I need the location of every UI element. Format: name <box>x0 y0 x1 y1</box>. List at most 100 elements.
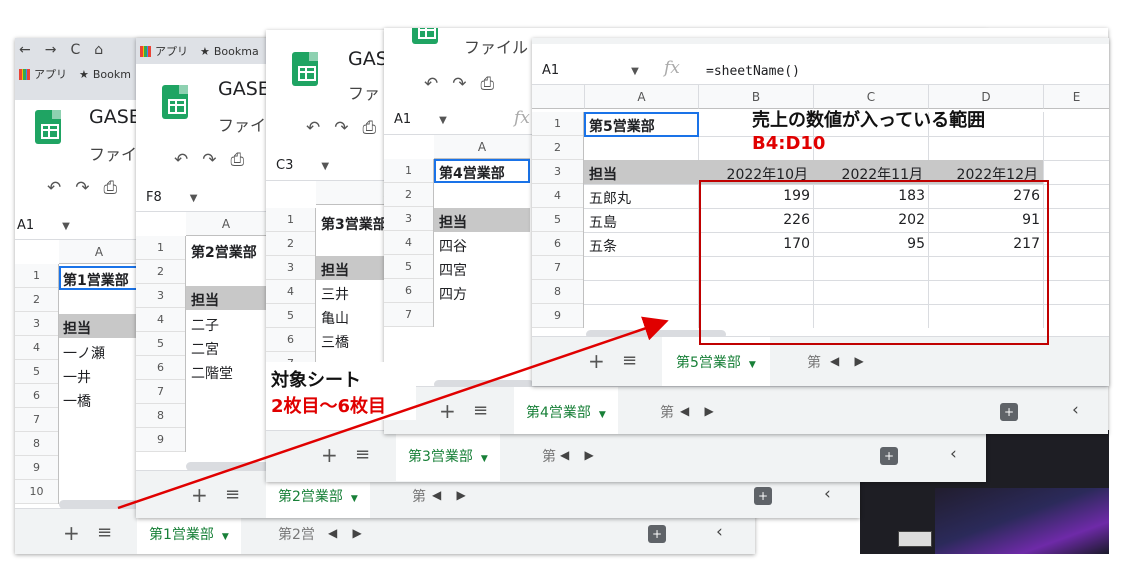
row-number[interactable]: 3 <box>136 284 185 308</box>
bookmarks-link[interactable]: Bookma <box>214 45 259 58</box>
column-header-a[interactable]: A <box>584 85 698 109</box>
row-number[interactable]: 5 <box>15 360 58 384</box>
sheet-tab-next[interactable]: 第 <box>660 402 674 422</box>
sheets-logo-icon[interactable] <box>162 85 188 119</box>
print-icon[interactable]: ⎙ <box>363 118 377 138</box>
row-number[interactable]: 6 <box>532 232 583 256</box>
sheet-tab-next[interactable]: 第 <box>542 446 556 466</box>
row-number[interactable]: 4 <box>384 231 433 255</box>
name-box[interactable]: A1 ▼ <box>542 63 639 78</box>
header-cell[interactable]: 担当 <box>191 290 219 310</box>
staff-cell[interactable]: 五郎丸 <box>589 188 631 208</box>
formula-bar[interactable]: =sheetName() <box>706 64 800 79</box>
row-number[interactable]: 6 <box>266 328 315 352</box>
sheets-logo-icon[interactable] <box>412 28 438 44</box>
row-number[interactable]: 4 <box>532 184 583 208</box>
row-number[interactable]: 2 <box>266 232 315 256</box>
header-cell[interactable]: 担当 <box>439 212 467 232</box>
redo-icon[interactable]: ↷ <box>202 150 216 170</box>
row-number[interactable]: 7 <box>136 380 185 404</box>
row-number[interactable]: 4 <box>136 308 185 332</box>
row-number[interactable]: 3 <box>384 207 433 231</box>
row-number[interactable]: 1 <box>136 236 185 260</box>
explore-icon[interactable]: + <box>648 525 666 543</box>
all-sheets-icon[interactable]: ≡ <box>97 522 112 543</box>
row-number[interactable]: 7 <box>532 256 583 280</box>
row-number[interactable]: 5 <box>136 332 185 356</box>
row-number[interactable]: 2 <box>532 136 583 160</box>
staff-cell[interactable]: 二階堂 <box>191 363 233 383</box>
staff-cell[interactable]: 一橋 <box>63 391 91 411</box>
print-icon[interactable]: ⎙ <box>231 150 245 170</box>
row-number[interactable]: 5 <box>384 255 433 279</box>
row-number[interactable]: 5 <box>532 208 583 232</box>
sheet-tab-next[interactable]: 第2営 <box>278 524 315 544</box>
sheets-logo-icon[interactable] <box>35 110 61 144</box>
tab-dropdown-icon[interactable]: ▼ <box>351 494 358 504</box>
row-number[interactable]: 8 <box>532 280 583 304</box>
doc-title[interactable]: GASE <box>218 78 270 100</box>
undo-icon[interactable]: ↶ <box>174 150 188 170</box>
name-box[interactable]: A1 ▼ <box>17 218 70 233</box>
dept-cell[interactable]: 第4営業部 <box>439 163 505 183</box>
row-number[interactable]: 9 <box>532 304 583 328</box>
explore-icon[interactable]: + <box>880 447 898 465</box>
print-icon[interactable]: ⎙ <box>481 74 495 94</box>
row-number[interactable]: 8 <box>136 404 185 428</box>
scroll-right-icon[interactable]: ▶ <box>855 354 864 368</box>
header-cell[interactable]: 担当 <box>63 318 91 338</box>
side-panel-chevron-icon[interactable]: ‹ <box>950 444 957 464</box>
dropdown-icon[interactable]: ▼ <box>62 221 70 232</box>
doc-title[interactable]: GASE <box>89 106 141 128</box>
staff-cell[interactable]: 一井 <box>63 367 91 387</box>
row-number[interactable]: 1 <box>15 264 58 288</box>
tab-dropdown-icon[interactable]: ▼ <box>599 410 606 420</box>
all-sheets-icon[interactable]: ≡ <box>355 444 370 465</box>
row-number[interactable]: 3 <box>266 256 315 280</box>
column-header-e[interactable]: E <box>1043 85 1109 109</box>
staff-cell[interactable]: 亀山 <box>321 308 349 328</box>
tab-dropdown-icon[interactable]: ▼ <box>481 454 488 464</box>
undo-icon[interactable]: ↶ <box>424 74 438 94</box>
add-sheet-icon[interactable]: + <box>191 483 208 507</box>
row-number[interactable]: 3 <box>532 160 583 184</box>
all-sheets-icon[interactable]: ≡ <box>225 484 240 505</box>
scroll-left-icon[interactable]: ◀ <box>680 404 689 418</box>
scroll-left-icon[interactable]: ◀ <box>328 526 337 540</box>
staff-cell[interactable]: 四谷 <box>439 236 467 256</box>
sheet-tab-next[interactable]: 第 <box>807 352 821 372</box>
back-arrow-icon[interactable]: ← <box>19 42 31 58</box>
apps-bookmark[interactable]: アプリ <box>155 43 188 59</box>
tab-dropdown-icon[interactable]: ▼ <box>222 532 229 542</box>
file-menu[interactable]: ファイ <box>218 112 266 136</box>
scroll-right-icon[interactable]: ▶ <box>353 526 362 540</box>
row-number[interactable]: 1 <box>532 112 583 136</box>
staff-cell[interactable]: 五条 <box>589 236 617 256</box>
row-number[interactable]: 1 <box>266 208 315 232</box>
side-panel-chevron-icon[interactable]: ‹ <box>716 522 723 542</box>
column-header-a[interactable]: A <box>434 135 530 159</box>
row-number[interactable]: 2 <box>15 288 58 312</box>
row-number[interactable]: 4 <box>266 280 315 304</box>
header-cell[interactable]: 担当 <box>321 260 349 280</box>
dropdown-icon[interactable]: ▼ <box>631 66 639 77</box>
bookmarks-link[interactable]: Bookm <box>93 68 131 81</box>
column-header-a[interactable]: A <box>186 212 266 236</box>
dropdown-icon[interactable]: ▼ <box>439 115 447 126</box>
row-number[interactable]: 6 <box>15 384 58 408</box>
redo-icon[interactable]: ↷ <box>452 74 466 94</box>
dept-cell[interactable]: 第2営業部 <box>191 242 257 262</box>
undo-icon[interactable]: ↶ <box>306 118 320 138</box>
scroll-right-icon[interactable]: ▶ <box>705 404 714 418</box>
header-cell[interactable]: 担当 <box>589 164 617 184</box>
add-sheet-icon[interactable]: + <box>321 443 338 467</box>
staff-cell[interactable]: 四宮 <box>439 260 467 280</box>
tab-dropdown-icon[interactable]: ▼ <box>749 360 756 370</box>
sheet-tab-4[interactable]: 第4営業部 ▼ <box>514 387 618 434</box>
all-sheets-icon[interactable]: ≡ <box>622 350 637 371</box>
row-number[interactable]: 1 <box>384 159 433 183</box>
dept-cell[interactable]: 第5営業部 <box>589 116 655 136</box>
scroll-left-icon[interactable]: ◀ <box>830 354 839 368</box>
add-sheet-icon[interactable]: + <box>63 521 80 545</box>
staff-cell[interactable]: 一ノ瀬 <box>63 343 105 363</box>
